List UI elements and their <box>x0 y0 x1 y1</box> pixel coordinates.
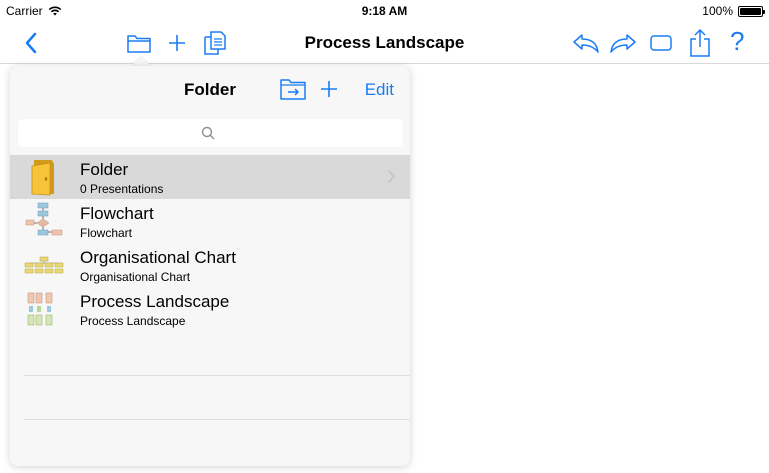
list-item[interactable]: Folder 0 Presentations <box>10 155 410 199</box>
list-item[interactable]: Process Landscape Process Landscape <box>10 287 410 331</box>
navigation-bar: Process Landscape ? <box>0 22 769 64</box>
battery-icon <box>738 5 765 17</box>
item-subtitle: Organisational Chart <box>80 270 191 284</box>
divider <box>24 375 410 376</box>
clock: 9:18 AM <box>361 4 408 18</box>
battery-percent: 100% <box>702 4 733 18</box>
item-subtitle: Process Landscape <box>80 314 186 328</box>
item-title: Flowchart <box>80 204 154 223</box>
share-icon[interactable] <box>688 28 712 58</box>
item-title: Process Landscape <box>80 292 230 311</box>
edit-button[interactable]: Edit <box>365 80 394 100</box>
list-item[interactable]: Flowchart Flowchart <box>10 199 410 243</box>
folder-popover: Folder Edit Folder 0 Presentations Flowc… <box>10 66 410 466</box>
popover-header: Folder Edit <box>10 66 410 110</box>
status-bar: Carrier 9:18 AM 100% <box>0 0 769 22</box>
chevron-right-icon <box>387 169 396 184</box>
flowchart-thumb <box>25 202 63 236</box>
add-presentation-icon[interactable] <box>319 79 339 99</box>
copy-icon[interactable] <box>203 30 227 56</box>
help-icon[interactable]: ? <box>730 26 744 57</box>
item-subtitle: Flowchart <box>80 226 133 240</box>
battery-status: 100% <box>702 4 765 18</box>
presentation-list: Folder 0 Presentations Flowchart Flowcha… <box>10 155 410 331</box>
back-icon[interactable] <box>24 32 38 54</box>
popover-title: Folder <box>184 80 236 99</box>
item-subtitle: 0 Presentations <box>80 182 164 196</box>
orgchart-thumb <box>24 256 64 274</box>
item-title: Folder <box>80 160 129 179</box>
popover-arrow <box>131 56 151 66</box>
redo-icon[interactable] <box>609 32 637 54</box>
present-icon[interactable] <box>649 33 673 53</box>
list-item[interactable]: Organisational Chart Organisational Char… <box>10 243 410 287</box>
search-icon <box>201 126 215 140</box>
process-landscape-thumb <box>27 292 53 326</box>
folder-icon[interactable] <box>126 32 152 54</box>
item-title: Organisational Chart <box>80 248 236 267</box>
undo-icon[interactable] <box>572 32 600 54</box>
add-icon[interactable] <box>167 33 187 53</box>
folder-icon <box>31 160 54 196</box>
divider <box>24 419 410 420</box>
move-to-folder-icon[interactable] <box>278 76 308 102</box>
search-field[interactable] <box>18 119 403 147</box>
